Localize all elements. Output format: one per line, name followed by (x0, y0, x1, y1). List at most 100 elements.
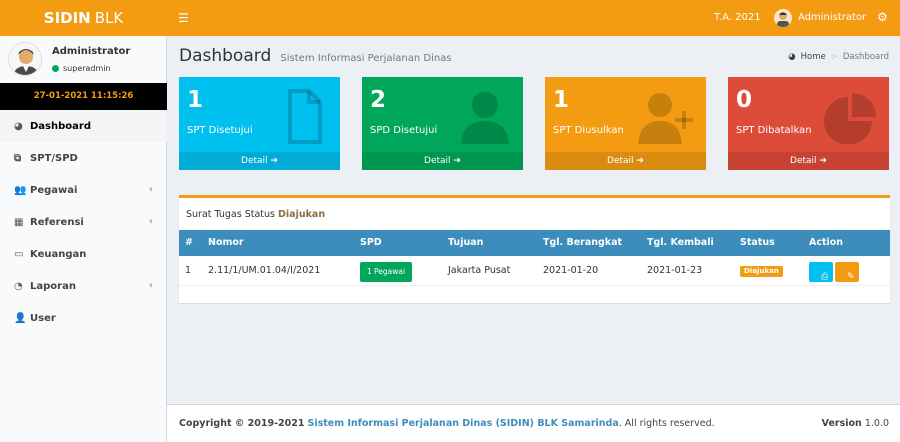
rights-text: . All rights reserved. (618, 418, 715, 429)
sidebar-item-label: User (30, 312, 56, 324)
sidebar-item-label: SPT/SPD (30, 152, 78, 164)
panel-title: Surat Tugas Status Diajukan (186, 209, 325, 220)
copyright-text: Copyright © 2019-2021 Sistem Informasi P… (179, 418, 715, 429)
copyright-label: Copyright © 2019-2021 (179, 418, 305, 429)
column-header: Tgl. Kembali (647, 237, 714, 248)
user-panel: Administrator superadmin (0, 36, 167, 83)
sidebar-item-laporan[interactable]: ◔ Laporan ‹ (0, 270, 167, 302)
sidebar-item-label: Referensi (30, 216, 84, 228)
chevron-left-icon: ‹ (148, 184, 153, 195)
breadcrumb-home[interactable]: Home (801, 52, 826, 62)
users-icon: 👥 (14, 184, 27, 196)
spd-pegawai-button[interactable]: 1 Pegawai (360, 262, 412, 282)
chevron-left-icon: ‹ (148, 216, 153, 227)
stat-detail-link[interactable]: Detail ➔ (545, 152, 706, 170)
user-icon: 👤 (14, 312, 27, 324)
logo-rest-text: BLK (94, 9, 124, 27)
money-icon: ▭ (14, 248, 24, 260)
avatar[interactable] (774, 9, 792, 27)
cell-tgl-kembali: 2021-01-23 (647, 265, 703, 276)
stat-box-spt-disetujui: 1 SPT Disetujui Detail ➔ (179, 77, 340, 170)
logo-bold-text: SIDIN (43, 9, 91, 27)
sidebar-item-referensi[interactable]: ▦ Referensi ‹ (0, 206, 167, 238)
sidebar-item-pegawai[interactable]: 👥 Pegawai ‹ (0, 174, 167, 206)
stat-detail-link[interactable]: Detail ➔ (728, 152, 889, 170)
column-header: SPD (360, 237, 382, 248)
edit-icon: ✎ (847, 272, 855, 282)
breadcrumb-current: Dashboard (842, 52, 889, 62)
pie-chart-icon: ◔ (14, 280, 23, 292)
user-role-label: superadmin (63, 64, 111, 73)
sidebar: Administrator superadmin 27-01-2021 11:1… (0, 36, 167, 442)
sidebar-item-label: Laporan (30, 280, 76, 292)
user-plus-icon (638, 93, 693, 144)
breadcrumb: ◕ Home > Dashboard (788, 52, 889, 62)
stat-box-spt-dibatalkan: 0 SPT Dibatalkan Detail ➔ (728, 77, 889, 170)
arrow-circle-right-icon: ➔ (819, 156, 827, 166)
column-header: Status (740, 237, 775, 248)
sidebar-item-spt-spd[interactable]: ⧉ SPT/SPD (0, 142, 167, 174)
version-label: Version (821, 418, 862, 429)
surat-tugas-panel: Surat Tugas Status Diajukan # Nomor SPD … (179, 195, 890, 303)
cell-nomor: 2.11/1/UM.01.04/I/2021 (208, 265, 321, 276)
column-header: Tgl. Berangkat (543, 237, 623, 248)
sidebar-menu: ◕ Dashboard ⧉ SPT/SPD 👥 Pegawai ‹ ▦ Refe… (0, 110, 167, 334)
sidebar-item-label: Keuangan (30, 248, 87, 260)
page-subtitle: Sistem Informasi Perjalanan Dinas (280, 53, 452, 64)
column-header: Tujuan (448, 237, 484, 248)
page-title: Dashboard (179, 46, 272, 66)
footer: Copyright © 2019-2021 Sistem Informasi P… (167, 404, 900, 442)
edit-button[interactable]: ✎ (835, 262, 859, 282)
sidebar-user-name: Administrator (52, 46, 131, 57)
detail-label: Detail (607, 156, 634, 166)
cogs-icon[interactable]: ⚙ (877, 10, 888, 24)
copy-icon: ⧉ (14, 152, 22, 164)
top-navbar: SIDIN BLK ☰ T.A. 2021 Administrator ⚙ (0, 0, 900, 36)
stat-label: SPT Disetujui (187, 125, 253, 136)
clock-display: 27-01-2021 11:15:26 (0, 83, 167, 110)
hamburger-icon[interactable]: ☰ (178, 11, 189, 25)
status-badge: Diajukan (740, 266, 783, 277)
stat-label: SPT Dibatalkan (736, 125, 812, 136)
app-logo[interactable]: SIDIN BLK (0, 0, 167, 36)
stat-value: 1 (553, 87, 570, 113)
detail-label: Detail (241, 156, 268, 166)
dashboard-icon: ◕ (788, 52, 796, 62)
column-header: Nomor (208, 237, 244, 248)
sidebar-item-user[interactable]: 👤 User (0, 302, 167, 334)
detail-label: Detail (790, 156, 817, 166)
breadcrumb-separator: > (830, 52, 838, 62)
sidebar-item-label: Pegawai (30, 184, 78, 196)
arrow-circle-right-icon: ➔ (636, 156, 644, 166)
column-header: # (185, 237, 193, 248)
arrow-circle-right-icon: ➔ (453, 156, 461, 166)
sidebar-item-dashboard[interactable]: ◕ Dashboard (0, 110, 167, 142)
content-header: Dashboard Sistem Informasi Perjalanan Di… (179, 46, 452, 66)
stat-box-spd-disetujui: 2 SPD Disetujui Detail ➔ (362, 77, 523, 170)
cell-tgl-berangkat: 2021-01-20 (543, 265, 599, 276)
sidebar-item-label: Dashboard (30, 120, 91, 132)
panel-title-status: Diajukan (278, 209, 326, 220)
panel-title-prefix: Surat Tugas Status (186, 209, 275, 220)
cell-tujuan: Jakarta Pusat (448, 265, 511, 276)
sidebar-item-keuangan[interactable]: ▭ Keuangan (0, 238, 167, 270)
avatar (8, 42, 42, 76)
print-button[interactable]: ⎙ (809, 262, 833, 282)
stat-box-spt-diusulkan: 1 SPT Diusulkan Detail ➔ (545, 77, 706, 170)
user-menu[interactable]: Administrator (798, 12, 866, 23)
app-link[interactable]: Sistem Informasi Perjalanan Dinas (SIDIN… (308, 418, 619, 429)
stat-value: 0 (736, 87, 753, 113)
stat-detail-link[interactable]: Detail ➔ (179, 152, 340, 170)
stat-label: SPT Diusulkan (553, 125, 624, 136)
stat-detail-link[interactable]: Detail ➔ (362, 152, 523, 170)
table-row: 1 2.11/1/UM.01.04/I/2021 1 Pegawai Jakar… (179, 256, 890, 286)
detail-label: Detail (424, 156, 451, 166)
arrow-circle-right-icon: ➔ (270, 156, 278, 166)
stat-label: SPD Disetujui (370, 125, 438, 136)
stat-value: 1 (187, 87, 204, 113)
fiscal-year-label: T.A. 2021 (714, 12, 761, 23)
th-icon: ▦ (14, 216, 24, 228)
online-status: superadmin (52, 64, 111, 73)
version-info: Version 1.0.0 (822, 418, 889, 429)
cell-no: 1 (185, 265, 192, 276)
